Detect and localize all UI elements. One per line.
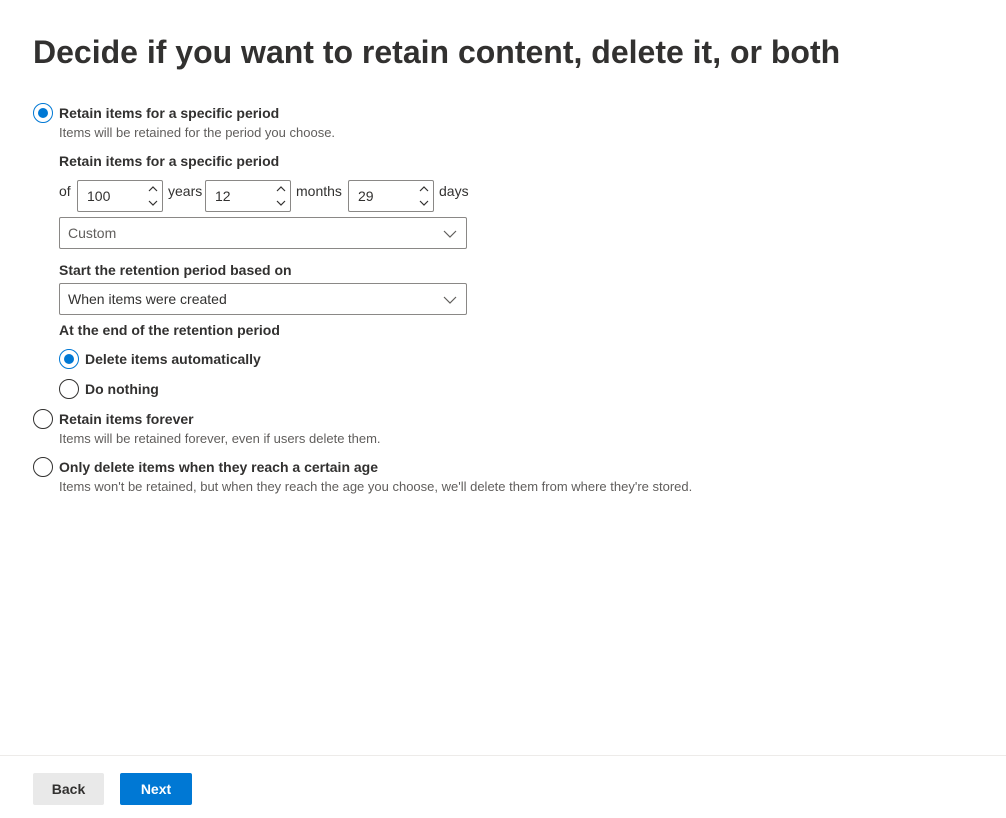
chevron-down-icon[interactable] bbox=[443, 293, 457, 307]
period-preset-dropdown[interactable]: Custom bbox=[59, 217, 467, 249]
retain-forever-description: Items will be retained forever, even if … bbox=[59, 431, 381, 446]
chevron-down-icon[interactable] bbox=[416, 196, 432, 210]
of-label: of bbox=[59, 183, 71, 199]
start-period-label: Start the retention period based on bbox=[59, 262, 292, 278]
period-section-label: Retain items for a specific period bbox=[59, 153, 280, 169]
chevron-up-icon[interactable] bbox=[273, 182, 289, 196]
retain-forever-label[interactable]: Retain items forever bbox=[59, 410, 194, 428]
only-delete-description: Items won't be retained, but when they r… bbox=[59, 479, 693, 494]
chevron-down-icon[interactable] bbox=[145, 196, 161, 210]
years-value[interactable]: 100 bbox=[87, 188, 110, 205]
back-button[interactable]: Back bbox=[33, 773, 104, 805]
days-stepper[interactable]: 29 bbox=[348, 180, 434, 212]
only-delete-label[interactable]: Only delete items when they reach a cert… bbox=[59, 458, 378, 476]
delete-automatically-label[interactable]: Delete items automatically bbox=[85, 350, 261, 368]
retain-specific-period-description: Items will be retained for the period yo… bbox=[59, 125, 336, 140]
chevron-up-icon[interactable] bbox=[416, 182, 432, 196]
radio-retain-specific-period[interactable] bbox=[33, 103, 53, 123]
start-basis-value[interactable]: When items were created bbox=[68, 291, 227, 308]
months-value[interactable]: 12 bbox=[215, 188, 231, 205]
months-unit-label: months bbox=[296, 183, 342, 199]
start-basis-dropdown[interactable]: When items were created bbox=[59, 283, 467, 315]
retain-specific-period-label[interactable]: Retain items for a specific period bbox=[59, 104, 279, 122]
radio-delete-automatically[interactable] bbox=[59, 349, 79, 369]
chevron-down-icon[interactable] bbox=[273, 196, 289, 210]
chevron-down-icon[interactable] bbox=[443, 227, 457, 241]
radio-retain-forever[interactable] bbox=[33, 409, 53, 429]
end-period-label: At the end of the retention period bbox=[59, 322, 280, 338]
next-button[interactable]: Next bbox=[120, 773, 192, 805]
page-title: Decide if you want to retain content, de… bbox=[33, 34, 841, 70]
radio-only-delete[interactable] bbox=[33, 457, 53, 477]
years-stepper[interactable]: 100 bbox=[77, 180, 163, 212]
do-nothing-label[interactable]: Do nothing bbox=[85, 380, 159, 398]
chevron-up-icon[interactable] bbox=[145, 182, 161, 196]
years-unit-label: years bbox=[168, 183, 203, 199]
days-unit-label: days bbox=[439, 183, 469, 199]
footer-divider bbox=[0, 755, 1006, 756]
days-value[interactable]: 29 bbox=[358, 188, 374, 205]
radio-do-nothing[interactable] bbox=[59, 379, 79, 399]
period-preset-value[interactable]: Custom bbox=[68, 225, 116, 242]
months-stepper[interactable]: 12 bbox=[205, 180, 291, 212]
